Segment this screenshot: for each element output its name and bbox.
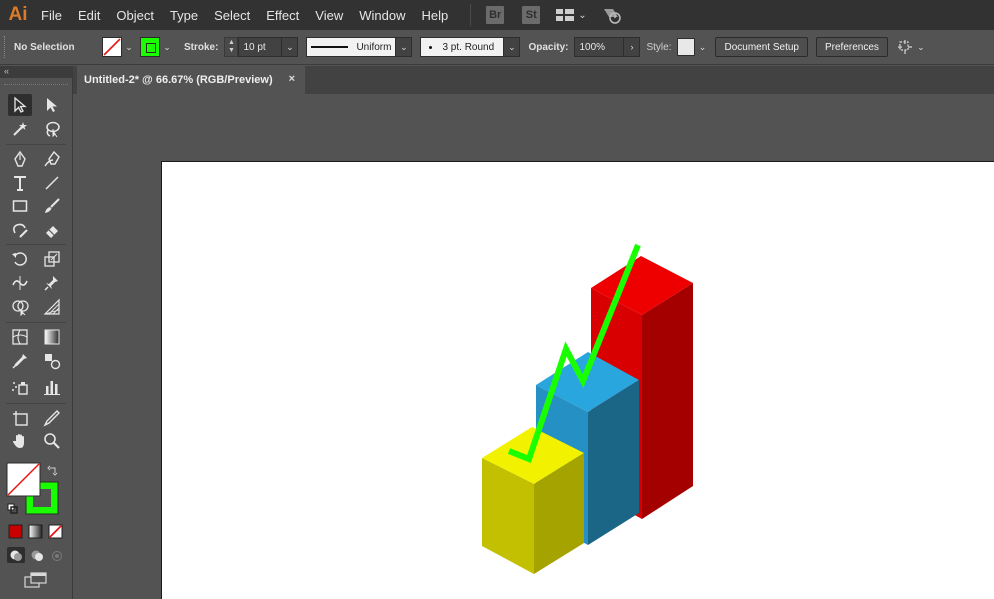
brush-dot-icon <box>429 45 433 49</box>
screen-mode-icon[interactable] <box>24 572 48 590</box>
symbol-sprayer-tool-icon[interactable] <box>8 376 32 398</box>
style-dropdown-icon[interactable]: ⌄ <box>695 37 709 57</box>
rotate-tool-icon[interactable] <box>8 248 32 270</box>
variable-width-profile[interactable]: Uniform <box>306 37 397 57</box>
stroke-weight-dropdown[interactable]: ⌄ <box>282 37 299 57</box>
document-tab-title: Untitled-2* @ 66.67% (RGB/Preview) <box>84 74 273 86</box>
preferences-button[interactable]: Preferences <box>815 37 888 57</box>
direct-selection-tool-icon[interactable] <box>40 94 64 116</box>
curvature-tool-icon[interactable] <box>40 148 64 170</box>
profile-dropdown[interactable]: ⌄ <box>396 37 413 57</box>
selection-tool-icon[interactable] <box>8 94 32 116</box>
paintbrush-tool-icon[interactable] <box>40 195 64 217</box>
stock-button[interactable]: St <box>522 6 541 24</box>
menu-select[interactable]: Select <box>206 0 258 30</box>
puppet-warp-tool-icon[interactable] <box>40 272 64 294</box>
arrange-icon[interactable] <box>896 38 914 56</box>
opacity-input[interactable]: 100% <box>574 37 625 57</box>
menu-type[interactable]: Type <box>162 0 206 30</box>
eraser-tool-icon[interactable] <box>40 219 64 241</box>
menu-help[interactable]: Help <box>413 0 456 30</box>
opacity-dropdown[interactable]: › <box>624 37 641 57</box>
column-graph-tool-icon[interactable] <box>40 376 64 398</box>
zoom-tool-icon[interactable] <box>40 430 64 452</box>
document-tab-bar: Untitled-2* @ 66.67% (RGB/Preview) × <box>73 66 994 94</box>
pen-tool-icon[interactable] <box>8 148 32 170</box>
menu-bar: Ai File Edit Object Type Select Effect V… <box>0 0 994 30</box>
width-tool-icon[interactable] <box>8 272 32 294</box>
brush-dropdown[interactable]: ⌄ <box>504 37 521 57</box>
fill-stroke-widget[interactable] <box>6 462 64 518</box>
magic-wand-tool-icon[interactable] <box>8 118 32 140</box>
tools-panel <box>0 78 73 599</box>
slice-tool-icon[interactable] <box>40 407 64 429</box>
menu-edit[interactable]: Edit <box>70 0 108 30</box>
opacity-label[interactable]: Opacity: <box>528 42 568 53</box>
stroke-weight-input[interactable]: 10 pt <box>238 37 283 57</box>
graphic-style-swatch[interactable] <box>677 38 696 56</box>
lasso-tool-icon[interactable] <box>40 118 64 140</box>
eyedropper-tool-icon[interactable] <box>8 350 32 372</box>
menu-view[interactable]: View <box>307 0 351 30</box>
bridge-button[interactable]: Br <box>486 6 505 24</box>
isometric-bar-chart-artwork[interactable] <box>162 162 994 599</box>
app-logo: Ai <box>8 4 28 25</box>
tools-panel-collapse[interactable]: « <box>0 66 73 78</box>
tools-grip[interactable] <box>4 84 68 88</box>
menu-separator <box>470 4 472 26</box>
line-segment-tool-icon[interactable] <box>40 172 64 194</box>
artboard-tool-icon[interactable] <box>8 407 32 429</box>
stroke-dropdown-icon[interactable]: ⌄ <box>160 37 174 57</box>
artboard[interactable] <box>161 161 994 599</box>
workspace-switcher[interactable]: ⌄ <box>556 9 587 21</box>
stroke-label[interactable]: Stroke: <box>184 42 218 53</box>
menu-window[interactable]: Window <box>351 0 413 30</box>
document-tab[interactable]: Untitled-2* @ 66.67% (RGB/Preview) × <box>77 66 305 94</box>
color-mode-buttons[interactable] <box>8 524 64 540</box>
style-label: Style: <box>646 41 672 53</box>
perspective-grid-tool-icon[interactable] <box>40 296 64 318</box>
close-icon[interactable]: × <box>289 73 295 85</box>
document-setup-button[interactable]: Document Setup <box>715 37 808 57</box>
fill-swatch[interactable] <box>102 37 122 57</box>
canvas-area[interactable] <box>73 94 994 599</box>
type-tool-icon[interactable] <box>8 172 32 194</box>
menu-effect[interactable]: Effect <box>258 0 307 30</box>
arrange-dropdown-icon[interactable]: ⌄ <box>914 37 928 57</box>
gradient-tool-icon[interactable] <box>40 326 64 348</box>
gpu-performance-icon[interactable] <box>601 5 623 25</box>
selection-status: No Selection <box>14 41 75 53</box>
brush-definition[interactable]: 3 pt. Round <box>420 37 505 57</box>
stroke-swatch[interactable] <box>140 37 160 57</box>
illustrator-window: Ai File Edit Object Type Select Effect V… <box>0 0 994 599</box>
mesh-tool-icon[interactable] <box>8 326 32 348</box>
shape-builder-tool-icon[interactable] <box>8 296 32 318</box>
profile-line-icon <box>311 46 349 48</box>
rectangle-tool-icon[interactable] <box>8 195 32 217</box>
shaper-tool-icon[interactable] <box>8 219 32 241</box>
stroke-weight-stepper[interactable]: ▲ ▼ <box>224 37 239 57</box>
arrange-documents-icon <box>556 9 575 21</box>
fill-dropdown-icon[interactable]: ⌄ <box>122 37 136 57</box>
chevron-down-icon: ⌄ <box>578 9 587 21</box>
blend-tool-icon[interactable] <box>40 350 64 372</box>
scale-tool-icon[interactable] <box>40 248 64 270</box>
drawing-modes[interactable] <box>6 546 66 564</box>
red-bar-right-face <box>642 283 693 519</box>
menu-file[interactable]: File <box>33 0 70 30</box>
menu-object[interactable]: Object <box>108 0 162 30</box>
brush-label: 3 pt. Round <box>442 41 495 53</box>
profile-label: Uniform <box>356 41 392 53</box>
control-bar: No Selection ⌄ ⌄ Stroke: ▲ ▼ 10 pt ⌄ Unif… <box>0 30 994 65</box>
hand-tool-icon[interactable] <box>8 430 32 452</box>
control-bar-grip[interactable] <box>4 36 8 58</box>
